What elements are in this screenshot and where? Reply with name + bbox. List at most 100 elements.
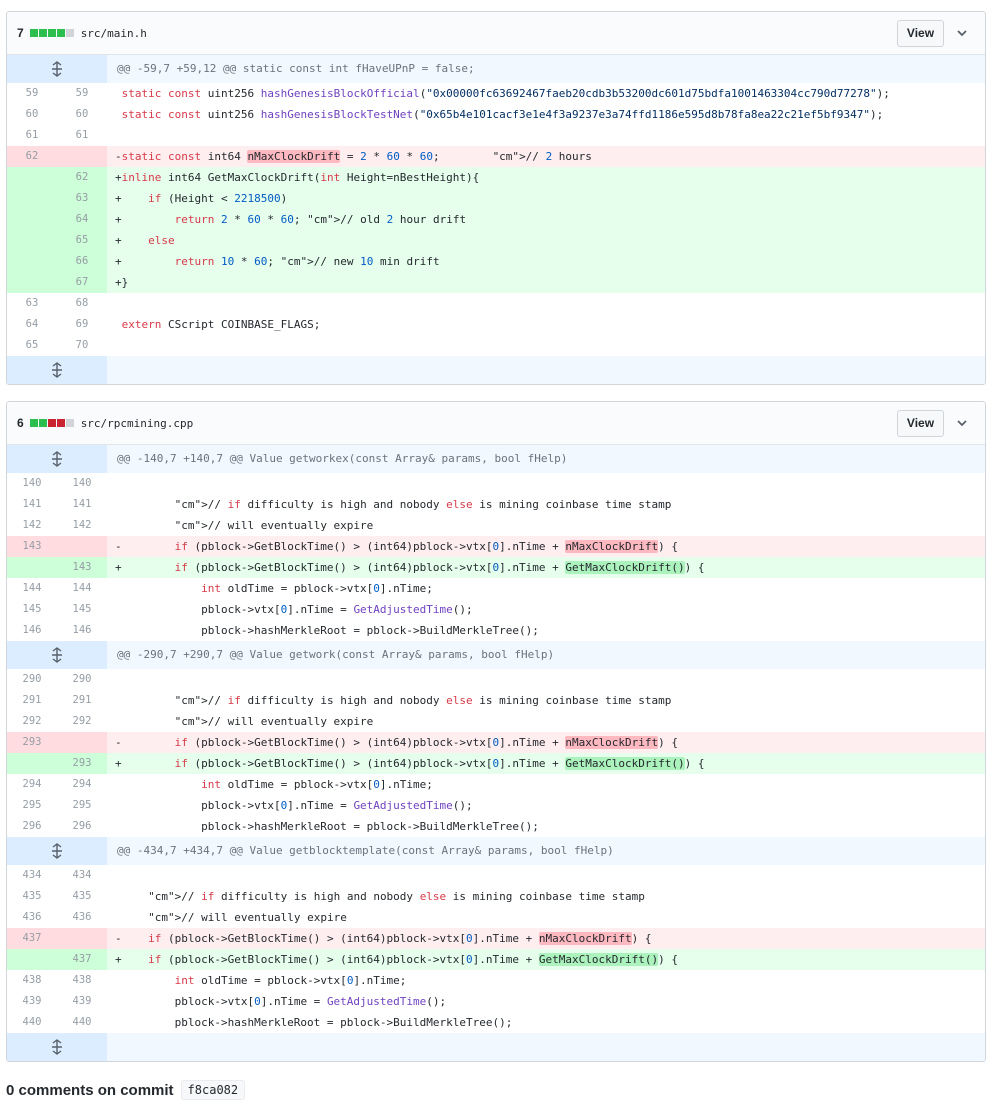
new-line-number[interactable]: 68	[57, 293, 107, 314]
new-line-number[interactable]: 438	[57, 970, 107, 991]
old-line-number[interactable]: 439	[7, 991, 57, 1012]
old-line-number[interactable]	[7, 557, 57, 578]
old-line-number[interactable]	[7, 949, 57, 970]
old-line-number[interactable]: 291	[7, 690, 57, 711]
new-line-number[interactable]: 434	[57, 865, 107, 886]
new-line-number[interactable]: 141	[57, 494, 107, 515]
file-path[interactable]: src/main.h	[81, 27, 147, 40]
new-line-number[interactable]: 146	[57, 620, 107, 641]
old-line-number[interactable]	[7, 251, 57, 272]
chevron-down-icon[interactable]	[955, 26, 969, 40]
new-line-number[interactable]: 292	[57, 711, 107, 732]
old-line-number[interactable]: 146	[7, 620, 57, 641]
expand-up-icon[interactable]	[7, 55, 107, 83]
diff-line: 62 -static const int64 nMaxClockDrift = 2…	[7, 146, 985, 167]
new-line-number[interactable]: 296	[57, 816, 107, 837]
old-line-number[interactable]: 64	[7, 314, 57, 335]
code-line: pblock->hashMerkleRoot = pblock->BuildMe…	[115, 1016, 513, 1029]
new-line-number[interactable]: 144	[57, 578, 107, 599]
expand-icon[interactable]	[7, 641, 107, 669]
file-path[interactable]: src/rpcmining.cpp	[81, 417, 194, 430]
new-line-number[interactable]: 64	[57, 209, 107, 230]
diff-line: 439 439 pblock->vtx[0].nTime = GetAdjuste…	[7, 991, 985, 1012]
new-line-number[interactable]: 143	[57, 557, 107, 578]
new-line-number[interactable]: 60	[57, 104, 107, 125]
new-line-number[interactable]: 294	[57, 774, 107, 795]
old-line-number[interactable]: 65	[7, 335, 57, 356]
chevron-down-icon[interactable]	[955, 416, 969, 430]
new-line-number[interactable]	[57, 146, 107, 167]
new-line-number[interactable]: 59	[57, 83, 107, 104]
old-line-number[interactable]: 63	[7, 293, 57, 314]
view-file-button[interactable]: View	[897, 410, 944, 437]
old-line-number[interactable]: 296	[7, 816, 57, 837]
diff-line: 292 292 "cm">// will eventually expire	[7, 711, 985, 732]
view-file-button[interactable]: View	[897, 20, 944, 47]
code-line: "cm">// will eventually expire	[148, 911, 347, 924]
new-line-number[interactable]: 435	[57, 886, 107, 907]
expand-down-icon[interactable]	[7, 356, 107, 384]
code-line: pblock->vtx[0].nTime = GetAdjustedTime()…	[115, 995, 447, 1008]
new-line-number[interactable]: 66	[57, 251, 107, 272]
old-line-number[interactable]	[7, 167, 57, 188]
old-line-number[interactable]: 295	[7, 795, 57, 816]
new-line-number[interactable]: 291	[57, 690, 107, 711]
new-line-number[interactable]: 69	[57, 314, 107, 335]
new-line-number[interactable]: 290	[57, 669, 107, 690]
new-line-number[interactable]: 293	[57, 753, 107, 774]
new-line-number[interactable]: 67	[57, 272, 107, 293]
expand-down-icon[interactable]	[7, 1033, 107, 1061]
new-line-number[interactable]: 437	[57, 949, 107, 970]
new-line-number[interactable]: 440	[57, 1012, 107, 1033]
old-line-number[interactable]: 294	[7, 774, 57, 795]
old-line-number[interactable]	[7, 753, 57, 774]
old-line-number[interactable]	[7, 209, 57, 230]
old-line-number[interactable]: 140	[7, 473, 57, 494]
old-line-number[interactable]	[7, 188, 57, 209]
new-line-number[interactable]	[57, 928, 107, 949]
diff-line: 141 141 "cm">// if difficulty is high and…	[7, 494, 985, 515]
old-line-number[interactable]: 440	[7, 1012, 57, 1033]
new-line-number[interactable]: 295	[57, 795, 107, 816]
new-line-number[interactable]: 142	[57, 515, 107, 536]
old-line-number[interactable]: 437	[7, 928, 57, 949]
new-line-number[interactable]: 145	[57, 599, 107, 620]
code-line: - if (pblock->GetBlockTime() > (int64)pb…	[107, 732, 985, 753]
commit-sha[interactable]: f8ca082	[180, 1080, 246, 1100]
old-line-number[interactable]: 436	[7, 907, 57, 928]
new-line-number[interactable]: 140	[57, 473, 107, 494]
old-line-number[interactable]	[7, 230, 57, 251]
old-line-number[interactable]: 59	[7, 83, 57, 104]
old-line-number[interactable]: 293	[7, 732, 57, 753]
new-line-number[interactable]: 436	[57, 907, 107, 928]
old-line-number[interactable]: 435	[7, 886, 57, 907]
old-line-number[interactable]: 143	[7, 536, 57, 557]
old-line-number[interactable]: 144	[7, 578, 57, 599]
new-line-number[interactable]: 65	[57, 230, 107, 251]
code-line: static const uint256 hashGenesisBlockTes…	[121, 108, 884, 121]
old-line-number[interactable]: 61	[7, 125, 57, 146]
new-line-number[interactable]: 70	[57, 335, 107, 356]
old-line-number[interactable]: 62	[7, 146, 57, 167]
old-line-number[interactable]: 141	[7, 494, 57, 515]
new-line-number[interactable]: 62	[57, 167, 107, 188]
old-line-number[interactable]: 60	[7, 104, 57, 125]
new-line-number[interactable]: 63	[57, 188, 107, 209]
code-line: + if (pblock->GetBlockTime() > (int64)pb…	[107, 557, 985, 578]
diffstat-icon	[29, 29, 74, 37]
old-line-number[interactable]: 142	[7, 515, 57, 536]
new-line-number[interactable]	[57, 732, 107, 753]
new-line-number[interactable]: 439	[57, 991, 107, 1012]
diff-line: 64 + return 2 * 60 * 60; "cm">// old 2 ho…	[7, 209, 985, 230]
old-line-number[interactable]: 434	[7, 865, 57, 886]
old-line-number[interactable]	[7, 272, 57, 293]
expand-icon[interactable]	[7, 445, 107, 473]
old-line-number[interactable]: 292	[7, 711, 57, 732]
new-line-number[interactable]: 61	[57, 125, 107, 146]
old-line-number[interactable]: 438	[7, 970, 57, 991]
new-line-number[interactable]	[57, 536, 107, 557]
old-line-number[interactable]: 290	[7, 669, 57, 690]
expand-icon[interactable]	[7, 837, 107, 865]
old-line-number[interactable]: 145	[7, 599, 57, 620]
